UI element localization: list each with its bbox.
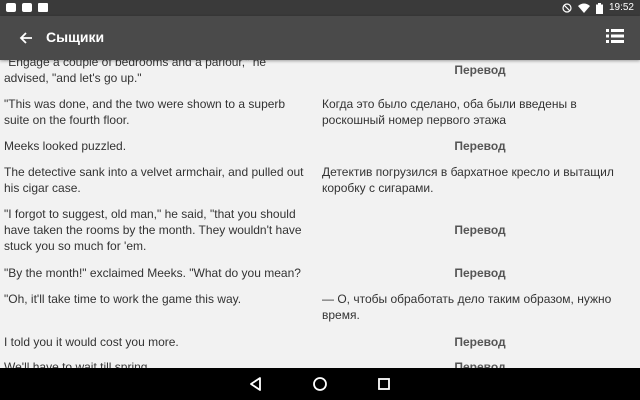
- home-circle-icon: [313, 377, 327, 391]
- status-bar: 19:52: [0, 0, 640, 16]
- nav-recents-button[interactable]: [374, 374, 394, 394]
- list-icon: [606, 29, 624, 43]
- gamepad-icon: [22, 3, 32, 12]
- view-menu-button[interactable]: [606, 28, 626, 48]
- translation-text: Детектив погрузился в бархатное кресло и…: [322, 165, 614, 195]
- original-text: The detective sank into a velvet armchai…: [4, 165, 304, 195]
- original-text: "This was done, and the two were shown t…: [4, 97, 286, 127]
- original-text: I told you it would cost you more.: [4, 335, 179, 349]
- original-text: "I forgot to suggest, old man," he said,…: [4, 207, 302, 253]
- mail-icon: [38, 3, 48, 12]
- original-text: "By the month!" exclaimed Meeks. "What d…: [4, 266, 301, 280]
- translate-button[interactable]: Перевод: [322, 334, 638, 350]
- nav-home-button[interactable]: [310, 374, 330, 394]
- original-text: "Oh, it'll take time to work the game th…: [4, 292, 242, 306]
- translate-button[interactable]: Перевод: [322, 359, 638, 368]
- status-time: 19:52: [608, 2, 634, 13]
- original-text: We'll have to wait till spring.: [4, 360, 151, 368]
- translate-button[interactable]: Перевод: [322, 138, 638, 154]
- system-navigation-bar: [0, 368, 640, 400]
- translation-text: Когда это было сделано, оба были введены…: [322, 97, 577, 127]
- wifi-icon: [577, 3, 590, 13]
- translate-button[interactable]: Перевод: [322, 222, 638, 238]
- original-text: "Engage a couple of bedrooms and a parlo…: [4, 60, 267, 85]
- recents-square-icon: [378, 378, 390, 390]
- gallery-icon: [6, 3, 16, 12]
- translation-text: — О, чтобы обработать дело таким образом…: [322, 292, 612, 322]
- app-title: Сыщики: [46, 29, 105, 45]
- translate-button[interactable]: Перевод: [322, 62, 638, 78]
- translate-button[interactable]: Перевод: [322, 265, 638, 281]
- original-text: Meeks looked puzzled.: [4, 139, 127, 153]
- dnd-icon: [562, 3, 572, 13]
- nav-back-button[interactable]: [246, 374, 266, 394]
- arrow-left-icon: [19, 32, 32, 44]
- parallel-text-list[interactable]: "Engage a couple of bedrooms and a parlo…: [0, 60, 640, 368]
- app-bar: Сыщики: [0, 16, 640, 60]
- back-triangle-icon: [250, 377, 261, 391]
- back-button[interactable]: [14, 26, 38, 50]
- battery-icon: [595, 2, 603, 14]
